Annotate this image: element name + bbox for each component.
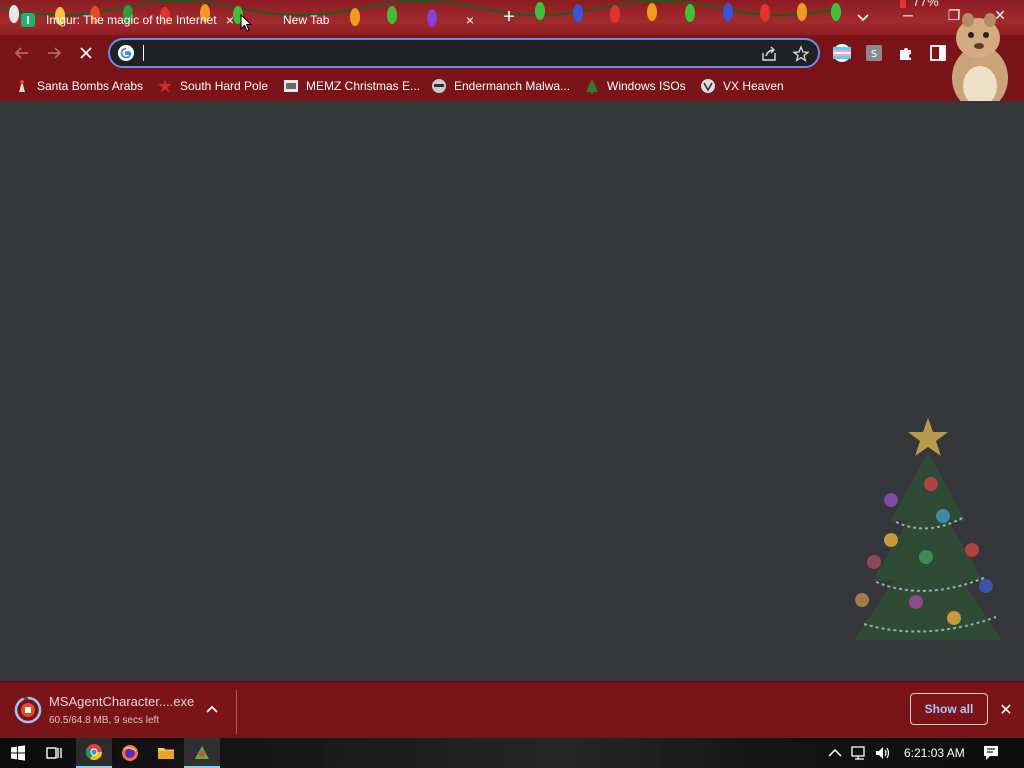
task-view-button[interactable] <box>36 738 72 768</box>
firefox-icon <box>122 745 138 761</box>
windows-logo-icon <box>11 745 25 761</box>
tab-strip: Imgur: The magic of the Internet × New T… <box>0 0 1024 35</box>
action-center-icon[interactable] <box>982 743 1000 763</box>
close-x-icon <box>80 47 92 59</box>
tab-close-button[interactable]: × <box>222 12 238 28</box>
raccoon-icon <box>432 79 446 93</box>
address-input[interactable] <box>142 43 742 63</box>
bookmark-label: Endermanch Malwa... <box>454 79 571 93</box>
forward-arrow-icon <box>48 47 62 59</box>
tab-new-tab[interactable]: New Tab × <box>252 4 488 35</box>
bookmark-label: Santa Bombs Arabs <box>37 79 144 93</box>
close-download-shelf-button[interactable]: ✕ <box>996 700 1016 720</box>
new-tab-button[interactable]: + <box>498 6 520 28</box>
tab-search-icon[interactable] <box>852 6 874 28</box>
minimize-button[interactable]: ─ <box>896 4 920 26</box>
vx-icon <box>701 79 715 93</box>
start-button[interactable] <box>0 738 36 768</box>
chrome-icon <box>85 744 103 761</box>
taskbar-clock[interactable]: 6:21:03 AM <box>904 746 965 760</box>
taskbar-chrome[interactable] <box>76 738 112 768</box>
network-icon[interactable] <box>850 743 868 763</box>
taskbar-file-explorer[interactable] <box>148 738 184 768</box>
chevron-up-icon[interactable] <box>826 743 844 763</box>
bookmark-label: MEMZ Christmas E... <box>306 79 421 93</box>
volume-icon[interactable] <box>874 743 892 763</box>
ms-agent-icon <box>195 746 209 759</box>
bookmark-star-icon[interactable] <box>792 45 810 63</box>
windows-taskbar: 6:21:03 AM <box>0 738 1024 768</box>
extensions-puzzle-icon[interactable] <box>896 43 916 63</box>
tree-icon <box>586 79 598 94</box>
back-arrow-icon <box>14 47 28 59</box>
bookmark-santa-bombs-arabs[interactable]: Santa Bombs Arabs <box>14 76 143 96</box>
tab-close-button[interactable]: × <box>462 12 478 28</box>
tab-title: Imgur: The magic of the Internet <box>46 12 217 27</box>
taskbar-firefox[interactable] <box>112 738 148 768</box>
bookmark-endermanch-malware[interactable]: Endermanch Malwa... <box>431 76 570 96</box>
toolbar: S <box>0 35 1024 71</box>
tab-title: New Tab <box>283 12 330 27</box>
show-all-button[interactable]: Show all <box>910 693 988 725</box>
download-filename[interactable]: MSAgentCharacter....exe <box>49 694 194 709</box>
divider <box>236 690 237 734</box>
trans-flag-extension-icon[interactable] <box>832 43 852 63</box>
tab-imgur[interactable]: Imgur: The magic of the Internet × <box>10 4 248 35</box>
stop-loading-button[interactable] <box>74 41 98 65</box>
google-icon <box>118 45 134 61</box>
bookmark-label: South Hard Pole <box>180 79 269 93</box>
bookmark-label: VX Heaven <box>723 79 784 93</box>
bookmark-vx-heaven[interactable]: VX Heaven <box>700 76 784 96</box>
back-button[interactable] <box>10 41 34 65</box>
red-star-icon <box>158 79 172 93</box>
forward-button[interactable] <box>42 41 66 65</box>
hamster-mascot-image <box>952 13 1008 110</box>
text-caret <box>143 45 144 61</box>
bookmark-label: Windows ISOs <box>607 79 686 93</box>
chevron-up-icon[interactable] <box>204 702 220 718</box>
download-status: 60.5/64.8 MB, 9 secs left <box>49 715 160 726</box>
bookmarks-bar: Santa Bombs Arabs South Hard Pole MEMZ C… <box>0 71 1024 101</box>
download-shelf: MSAgentCharacter....exe 60.5/64.8 MB, 9 … <box>0 681 1024 738</box>
christmas-tree-image <box>854 418 1002 640</box>
imgur-icon <box>21 12 35 27</box>
santa-icon <box>19 80 25 92</box>
s-extension-icon[interactable]: S <box>864 43 884 63</box>
task-view-icon <box>46 747 62 759</box>
bookmark-south-hard-pole[interactable]: South Hard Pole <box>157 76 268 96</box>
address-bar[interactable] <box>108 38 820 68</box>
bookmark-windows-isos[interactable]: Windows ISOs <box>584 76 686 96</box>
download-progress-icon[interactable] <box>14 696 42 724</box>
share-icon[interactable] <box>760 45 778 63</box>
svg-text:S: S <box>871 49 877 60</box>
folder-icon <box>158 748 174 759</box>
bookmark-memz-christmas[interactable]: MEMZ Christmas E... <box>283 76 420 96</box>
taskbar-ms-agent[interactable] <box>184 738 220 768</box>
memz-icon <box>284 80 298 92</box>
